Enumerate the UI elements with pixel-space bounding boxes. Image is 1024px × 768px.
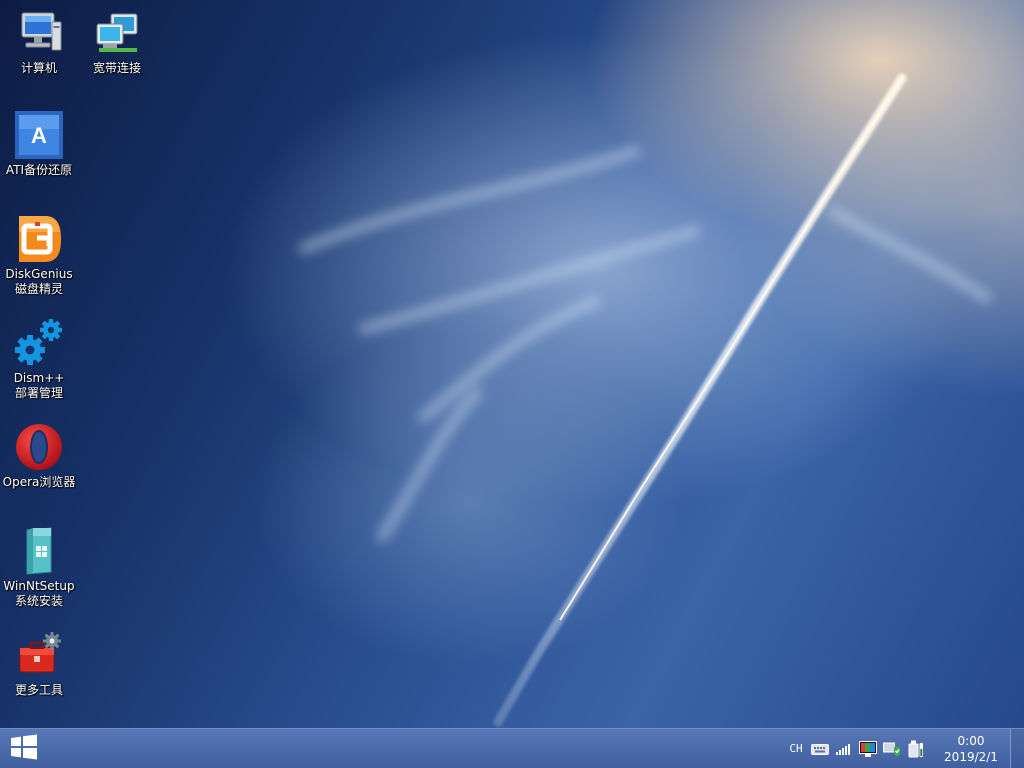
desktop-icon-dism[interactable]: Dism++ 部署管理 [0, 318, 78, 401]
winntsetup-icon [14, 526, 64, 576]
desktop-icon-label: DiskGenius 磁盘精灵 [5, 267, 73, 296]
taskbar: CH 0:00 2019/2/1 [0, 728, 1024, 768]
diskgenius-icon [14, 214, 64, 264]
desktop-icon-label: WinNtSetup 系统安装 [3, 579, 75, 608]
svg-text:A: A [31, 123, 47, 148]
desktop-icon-diskgenius[interactable]: DiskGenius 磁盘精灵 [0, 214, 78, 297]
language-indicator[interactable]: CH [784, 737, 808, 761]
desktop-icon-label: 更多工具 [14, 683, 63, 697]
desktop-icon-label: ATI备份还原 [5, 163, 73, 177]
opera-icon [14, 422, 64, 472]
desktop-icon-broadband[interactable]: 宽带连接 [78, 8, 156, 76]
desktop-icon-label: 宽带连接 [92, 61, 141, 75]
desktop-icon-label: Opera浏览器 [2, 475, 76, 489]
clock[interactable]: 0:00 2019/2/1 [936, 733, 1006, 765]
desktop-icon-opera[interactable]: Opera浏览器 [0, 422, 78, 490]
toolbox-icon [14, 630, 64, 680]
keyboard-icon[interactable] [808, 737, 832, 761]
desktop-icon-computer[interactable]: 计算机 [0, 8, 78, 76]
desktop-icon-label: Dism++ 部署管理 [13, 371, 65, 400]
usb-device-icon[interactable] [904, 737, 928, 761]
desktop[interactable]: 计算机 宽带连接 A ATI备份还原 DiskGenius 磁盘精灵 Dism+… [0, 0, 1024, 728]
clock-time: 0:00 [957, 734, 985, 748]
desktop-icon-ati-backup[interactable]: A ATI备份还原 [0, 110, 78, 178]
clock-date: 2019/2/1 [944, 750, 998, 764]
signal-bars-icon[interactable] [832, 737, 856, 761]
language-label: CH [789, 742, 803, 755]
windows-logo-icon [10, 734, 38, 764]
computer-icon [14, 8, 64, 58]
show-desktop-button[interactable] [1010, 729, 1024, 768]
desktop-icon-more-tools[interactable]: 更多工具 [0, 630, 78, 698]
dism-gear-icon [14, 318, 64, 368]
desktop-icon-winntsetup[interactable]: WinNtSetup 系统安装 [0, 526, 78, 609]
start-button[interactable] [0, 729, 48, 768]
security-shield-icon[interactable] [880, 737, 904, 761]
wallpaper-image [298, 73, 993, 727]
desktop-icon-label: 计算机 [20, 61, 57, 75]
display-color-icon[interactable] [856, 737, 880, 761]
ati-backup-icon: A [14, 110, 64, 160]
system-tray: CH [784, 729, 928, 768]
broadband-connection-icon [92, 8, 142, 58]
